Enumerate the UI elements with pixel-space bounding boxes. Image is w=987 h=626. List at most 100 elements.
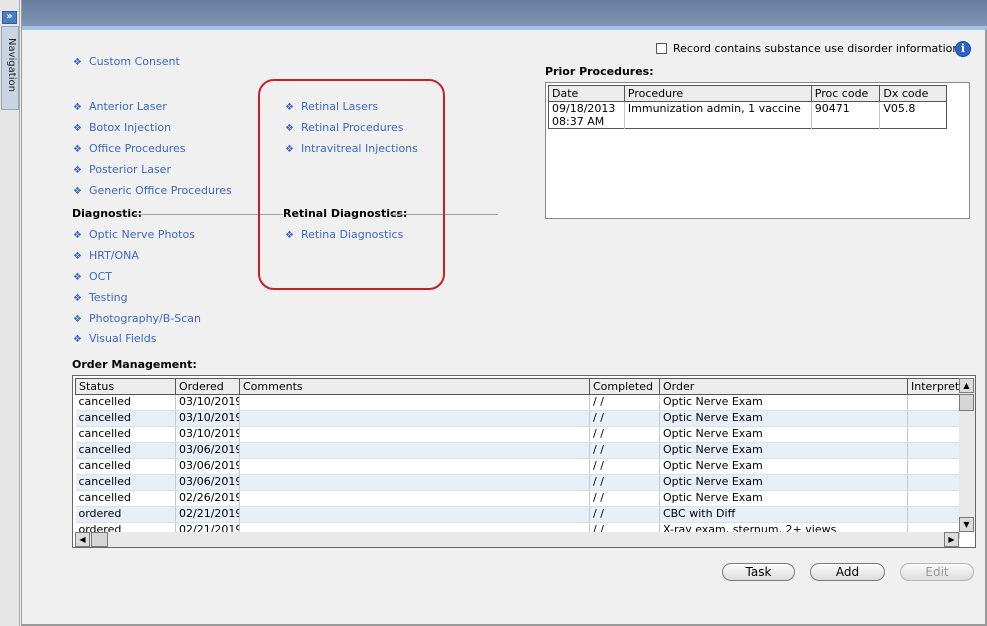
order-management-grid[interactable]: Status Ordered Comments Completed Order …	[72, 375, 976, 548]
highlight-annotation	[258, 79, 445, 290]
order-cell: Optic Nerve Exam	[659, 474, 908, 491]
diamond-bullet-icon: ❖	[73, 186, 82, 197]
status-cell: cancelled	[75, 474, 176, 491]
table-row[interactable]: cancelled 03/10/2019 / / Optic Nerve Exa…	[75, 394, 960, 411]
order-cell: Optic Nerve Exam	[659, 458, 908, 475]
link-custom-consent[interactable]: ❖ Custom Consent	[73, 55, 180, 68]
diamond-bullet-icon: ❖	[73, 102, 82, 113]
ordered-cell: 03/06/2019	[175, 458, 240, 475]
column-header-comments[interactable]: Comments	[239, 378, 590, 395]
add-button[interactable]: Add	[810, 563, 885, 581]
comments-cell	[239, 394, 590, 411]
ordered-cell: 03/10/2019	[175, 394, 240, 411]
diamond-bullet-icon: ❖	[73, 251, 82, 262]
table-row[interactable]: 09/18/2013 08:37 AM Immunization admin, 1…	[548, 101, 947, 129]
ordered-cell: 03/10/2019	[175, 410, 240, 427]
scroll-left-button[interactable]: ◀	[75, 532, 90, 547]
prior-procedures-label: Prior Procedures:	[545, 65, 654, 78]
status-cell: cancelled	[75, 442, 176, 459]
horizontal-scroll-thumb[interactable]	[91, 532, 108, 547]
navigation-label: Navigation	[6, 38, 17, 92]
ordered-cell: 02/26/2019	[175, 490, 240, 507]
column-header-date[interactable]: Date	[548, 85, 625, 102]
column-header-status[interactable]: Status	[75, 378, 176, 395]
column-header-completed[interactable]: Completed	[589, 378, 660, 395]
diamond-bullet-icon: ❖	[73, 123, 82, 134]
comments-cell	[239, 506, 590, 523]
substance-use-checkbox[interactable]	[656, 43, 667, 54]
diamond-bullet-icon: ❖	[73, 144, 82, 155]
substance-use-checkbox-label: Record contains substance use disorder i…	[673, 42, 960, 55]
column-header-dx-code[interactable]: Dx code	[879, 85, 947, 102]
table-row[interactable]: cancelled 02/26/2019 / / Optic Nerve Exa…	[75, 490, 960, 507]
column-header-ordered[interactable]: Ordered	[175, 378, 240, 395]
table-row[interactable]: cancelled 03/10/2019 / / Optic Nerve Exa…	[75, 410, 960, 427]
interpret-cell	[907, 474, 960, 491]
completed-cell: / /	[589, 426, 660, 443]
diamond-bullet-icon: ❖	[73, 272, 82, 283]
edit-button: Edit	[900, 563, 974, 581]
ordered-cell: 03/10/2019	[175, 426, 240, 443]
order-cell: Optic Nerve Exam	[659, 410, 908, 427]
frame-border	[21, 0, 22, 626]
link-posterior-laser[interactable]: ❖ Posterior Laser	[73, 163, 171, 176]
diamond-bullet-icon: ❖	[73, 165, 82, 176]
scroll-down-button[interactable]: ▼	[959, 517, 974, 532]
table-row[interactable]: ordered 02/21/2019 / / CBC with Diff	[75, 506, 960, 523]
completed-cell: / /	[589, 394, 660, 411]
interpret-cell	[907, 490, 960, 507]
proc-code-cell: 90471	[811, 101, 881, 129]
link-office-procedures[interactable]: ❖ Office Procedures	[73, 142, 186, 155]
link-generic-office-procedures[interactable]: ❖ Generic Office Procedures	[73, 184, 232, 197]
prior-procedures-grid[interactable]: Date Procedure Proc code Dx code 09/18/2…	[545, 82, 970, 219]
column-header-order[interactable]: Order	[659, 378, 908, 395]
interpret-cell	[907, 394, 960, 411]
table-row[interactable]: cancelled 03/06/2019 / / Optic Nerve Exa…	[75, 474, 960, 491]
comments-cell	[239, 426, 590, 443]
link-testing[interactable]: ❖ Testing	[73, 291, 128, 304]
link-photography-b-scan[interactable]: ❖ Photography/B-Scan	[73, 312, 201, 325]
link-oct[interactable]: ❖ OCT	[73, 270, 112, 283]
diamond-bullet-icon: ❖	[73, 293, 82, 304]
table-row[interactable]: cancelled 03/06/2019 / / Optic Nerve Exa…	[75, 442, 960, 459]
interpret-cell	[907, 506, 960, 523]
status-cell: cancelled	[75, 458, 176, 475]
link-botox-injection[interactable]: ❖ Botox Injection	[73, 121, 171, 134]
interpret-cell	[907, 426, 960, 443]
diamond-bullet-icon: ❖	[73, 57, 82, 68]
interpret-cell	[907, 442, 960, 459]
link-anterior-laser[interactable]: ❖ Anterior Laser	[73, 100, 167, 113]
link-hrt-ona[interactable]: ❖ HRT/ONA	[73, 249, 139, 262]
table-row[interactable]: cancelled 03/10/2019 / / Optic Nerve Exa…	[75, 426, 960, 443]
vertical-scroll-thumb[interactable]	[959, 394, 974, 411]
order-cell: CBC with Diff	[659, 506, 908, 523]
comments-cell	[239, 410, 590, 427]
link-optic-nerve-photos[interactable]: ❖ Optic Nerve Photos	[73, 228, 195, 241]
link-visual-fields[interactable]: ❖ Visual Fields	[73, 332, 156, 345]
column-header-procedure[interactable]: Procedure	[623, 85, 812, 102]
status-cell: cancelled	[75, 490, 176, 507]
table-row[interactable]: cancelled 03/06/2019 / / Optic Nerve Exa…	[75, 458, 960, 475]
diamond-bullet-icon: ❖	[73, 230, 82, 241]
order-cell: Optic Nerve Exam	[659, 394, 908, 411]
completed-cell: / /	[589, 458, 660, 475]
comments-cell	[239, 442, 590, 459]
column-header-proc-code[interactable]: Proc code	[810, 85, 881, 102]
order-cell: Optic Nerve Exam	[659, 426, 908, 443]
scroll-up-button[interactable]: ▲	[959, 378, 974, 393]
column-header-interpret[interactable]: Interpret	[907, 378, 960, 395]
interpret-cell	[907, 458, 960, 475]
vertical-scrollbar[interactable]: ▲ ▼	[959, 378, 975, 532]
expand-navigation-button[interactable]: »	[2, 11, 17, 24]
info-icon[interactable]: i	[955, 41, 971, 57]
ordered-cell: 03/06/2019	[175, 474, 240, 491]
horizontal-scrollbar[interactable]: ◀ ▶	[75, 532, 959, 547]
scroll-right-button[interactable]: ▶	[944, 532, 959, 547]
task-button[interactable]: Task	[722, 563, 795, 581]
ordered-cell: 02/21/2019	[175, 506, 240, 523]
comments-cell	[239, 474, 590, 491]
diamond-bullet-icon: ❖	[73, 334, 82, 345]
status-cell: cancelled	[75, 426, 176, 443]
substance-use-checkbox-row[interactable]: Record contains substance use disorder i…	[656, 42, 959, 55]
completed-cell: / /	[589, 506, 660, 523]
